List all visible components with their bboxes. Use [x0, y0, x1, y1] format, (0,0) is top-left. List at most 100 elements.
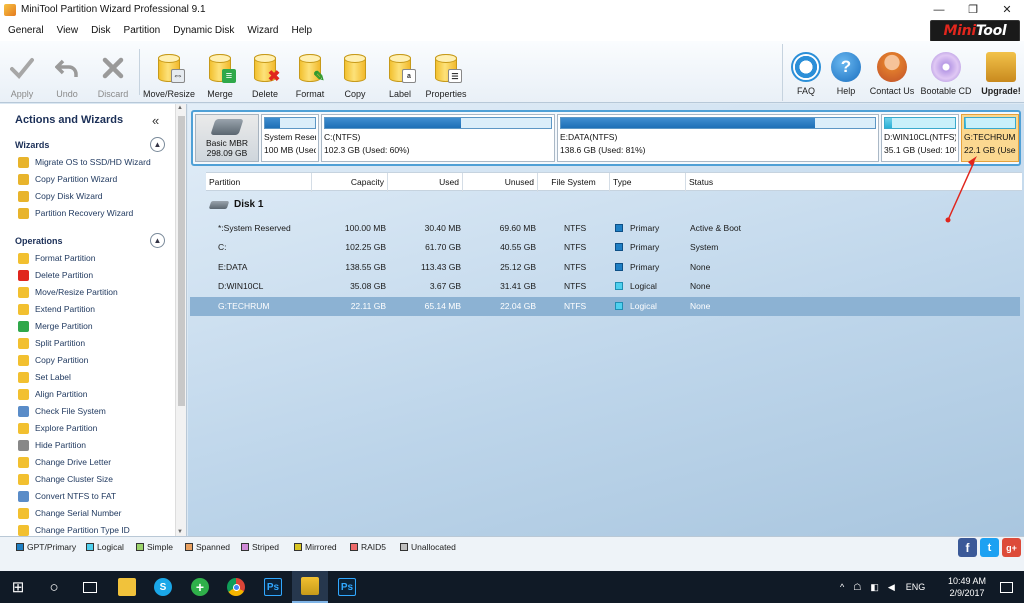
- op-change-serial-number[interactable]: Change Serial Number: [18, 505, 173, 521]
- start-button[interactable]: ⊞: [0, 571, 36, 603]
- restore-button[interactable]: ❐: [956, 0, 990, 19]
- task-view-button[interactable]: [72, 571, 108, 603]
- op-change-drive-letter[interactable]: Change Drive Letter: [18, 454, 173, 470]
- scroll-down-icon[interactable]: ▼: [177, 529, 183, 535]
- minimize-button[interactable]: —: [922, 0, 956, 19]
- upgrade-button[interactable]: Upgrade!: [979, 44, 1023, 96]
- search-button[interactable]: ○: [36, 571, 72, 603]
- tray-app-icon[interactable]: ☖: [853, 582, 861, 593]
- table-row-selected[interactable]: G:TECHRUM 22.11 GB 65.14 MB 22.04 GB NTF…: [190, 297, 1020, 316]
- op-extend-partition[interactable]: Extend Partition: [18, 301, 173, 317]
- menu-general[interactable]: General: [4, 25, 48, 36]
- wizard-copy-disk[interactable]: Copy Disk Wizard: [18, 188, 173, 204]
- delete-button[interactable]: ✖ Delete: [249, 41, 281, 103]
- wizard-partition-recovery[interactable]: Partition Recovery Wizard: [18, 205, 173, 221]
- op-format-partition[interactable]: Format Partition: [18, 250, 173, 266]
- explore-icon: [18, 422, 29, 434]
- bootable-cd-button[interactable]: Bootable CD: [920, 44, 972, 96]
- table-row[interactable]: *:System Reserved 100.00 MB 30.40 MB 69.…: [190, 219, 1020, 238]
- operations-collapse-button[interactable]: ▲: [150, 233, 165, 248]
- clock[interactable]: 10:49 AM 2/9/2017: [948, 575, 986, 599]
- table-row[interactable]: C: 102.25 GB 61.70 GB 40.55 GB NTFS Prim…: [190, 238, 1020, 257]
- table-row[interactable]: E:DATA 138.55 GB 113.43 GB 25.12 GB NTFS…: [190, 258, 1020, 277]
- column-file-system[interactable]: File System: [538, 173, 610, 192]
- menu-help[interactable]: Help: [287, 25, 316, 36]
- usage-bar: [964, 117, 1016, 129]
- label-button[interactable]: a Label: [384, 41, 416, 103]
- partition-block-g-techrum[interactable]: G:TECHRUM(N 22.1 GB (Used: [961, 114, 1019, 162]
- action-center-button[interactable]: [988, 571, 1024, 603]
- legend-simple: Simple: [136, 542, 173, 552]
- tray-expand-icon[interactable]: ^: [840, 582, 844, 592]
- partition-block-system-reserved[interactable]: System Reserv 100 MB (Used:: [261, 114, 319, 162]
- bootable-label: Bootable CD: [920, 86, 972, 96]
- apply-button[interactable]: Apply: [6, 41, 38, 103]
- contact-us-button[interactable]: Contact Us: [869, 44, 915, 96]
- partition-block-d-win10cl[interactable]: D:WIN10CL(NTFS) 35.1 GB (Used: 10%: [881, 114, 959, 162]
- op-split-partition[interactable]: Split Partition: [18, 335, 173, 351]
- disk-1-tile[interactable]: Basic MBR 298.09 GB: [195, 114, 259, 162]
- copy-button[interactable]: Copy: [339, 41, 371, 103]
- op-explore-partition[interactable]: Explore Partition: [18, 420, 173, 436]
- menu-partition[interactable]: Partition: [120, 25, 165, 36]
- merge-button[interactable]: ≡ Merge: [204, 41, 236, 103]
- column-capacity[interactable]: Capacity: [312, 173, 388, 192]
- op-change-cluster-size[interactable]: Change Cluster Size: [18, 471, 173, 487]
- properties-button[interactable]: ☰ Properties: [424, 41, 468, 103]
- window-title: MiniTool Partition Wizard Professional 9…: [21, 4, 206, 15]
- column-unused[interactable]: Unused: [463, 173, 538, 192]
- left-panel-scrollbar[interactable]: ▲ ▼: [175, 104, 186, 536]
- undo-button[interactable]: Undo: [52, 41, 82, 103]
- checkmark-icon: [8, 54, 36, 82]
- menu-disk[interactable]: Disk: [87, 25, 114, 36]
- move-resize-button[interactable]: ⇔ Move/Resize: [143, 41, 195, 103]
- google-plus-icon[interactable]: g+: [1002, 538, 1021, 557]
- menu-view[interactable]: View: [53, 25, 83, 36]
- twitter-icon[interactable]: t: [980, 538, 999, 557]
- taskbar-chrome[interactable]: [218, 571, 254, 603]
- discard-button[interactable]: Discard: [96, 41, 130, 103]
- table-row[interactable]: D:WIN10CL 35.08 GB 3.67 GB 31.41 GB NTFS…: [190, 277, 1020, 296]
- taskbar-minitool[interactable]: [292, 571, 328, 603]
- facebook-icon[interactable]: f: [958, 538, 977, 557]
- wizard-migrate-os[interactable]: Migrate OS to SSD/HD Wizard: [18, 154, 173, 170]
- close-button[interactable]: ✕: [990, 0, 1024, 19]
- wizard-copy-partition[interactable]: Copy Partition Wizard: [18, 171, 173, 187]
- menu-wizard[interactable]: Wizard: [243, 25, 282, 36]
- scroll-up-icon[interactable]: ▲: [177, 105, 183, 111]
- faq-button[interactable]: FAQ: [789, 44, 823, 96]
- scroll-thumb[interactable]: [178, 116, 185, 406]
- menu-dynamic-disk[interactable]: Dynamic Disk: [169, 25, 238, 36]
- partition-block-c[interactable]: C:(NTFS) 102.3 GB (Used: 60%): [321, 114, 555, 162]
- type-label: Primary: [630, 242, 660, 252]
- op-copy-partition[interactable]: Copy Partition: [18, 352, 173, 368]
- op-delete-partition[interactable]: Delete Partition: [18, 267, 173, 283]
- help-button[interactable]: ? Help: [829, 44, 863, 96]
- taskbar-plus-app[interactable]: +: [182, 571, 218, 603]
- taskbar-photoshop[interactable]: Ps: [255, 571, 291, 603]
- disk-1-row[interactable]: Disk 1: [208, 199, 263, 210]
- op-set-label[interactable]: Set Label: [18, 369, 173, 385]
- op-check-file-system[interactable]: Check File System: [18, 403, 173, 419]
- op-change-partition-type-id[interactable]: Change Partition Type ID: [18, 522, 173, 536]
- column-type[interactable]: Type: [610, 173, 686, 192]
- format-button[interactable]: ✎ Format: [294, 41, 326, 103]
- column-used[interactable]: Used: [388, 173, 463, 192]
- taskbar-file-explorer[interactable]: [109, 571, 145, 603]
- partition-block-e-data[interactable]: E:DATA(NTFS) 138.6 GB (Used: 81%): [557, 114, 879, 162]
- collapse-panel-button[interactable]: «: [152, 113, 159, 128]
- taskbar-photoshop-2[interactable]: Ps: [329, 571, 365, 603]
- column-status[interactable]: Status: [686, 173, 1022, 192]
- taskbar-skype[interactable]: S: [145, 571, 181, 603]
- network-icon[interactable]: ◧: [870, 582, 879, 593]
- op-hide-partition[interactable]: Hide Partition: [18, 437, 173, 453]
- column-partition[interactable]: Partition: [206, 173, 312, 192]
- op-convert-ntfs-fat[interactable]: Convert NTFS to FAT: [18, 488, 173, 504]
- op-align-partition[interactable]: Align Partition: [18, 386, 173, 402]
- op-move-resize[interactable]: Move/Resize Partition: [18, 284, 173, 300]
- language-indicator[interactable]: ENG: [906, 582, 926, 592]
- volume-icon[interactable]: ◀: [888, 582, 895, 593]
- chrome-icon: [227, 578, 245, 596]
- wizards-collapse-button[interactable]: ▲: [150, 137, 165, 152]
- op-merge-partition[interactable]: Merge Partition: [18, 318, 173, 334]
